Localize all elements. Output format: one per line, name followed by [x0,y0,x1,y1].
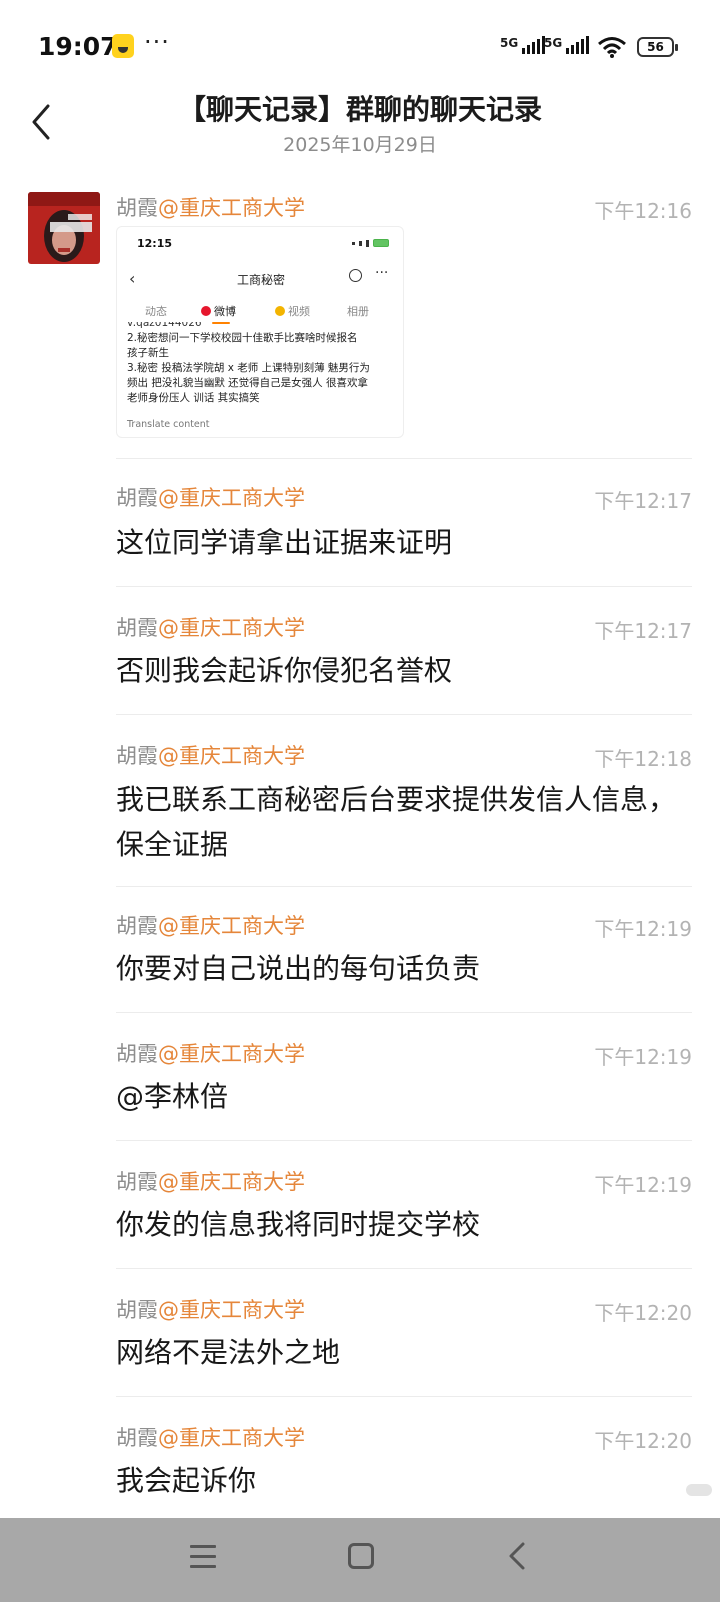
status-bar: 19:07 ··· 5G 5G 56 [0,0,720,92]
weibo-icon [201,306,211,316]
video-icon [275,306,285,316]
message-sender: 胡霞@重庆工商大学 [116,914,305,938]
divider [116,458,692,459]
card-line: 频出 把没礼貌当幽默 还觉得自己是女强人 很喜欢拿 [127,377,369,389]
divider [116,1396,692,1397]
message-text[interactable]: 你发的信息我将同时提交学校 [116,1202,676,1247]
message-text[interactable]: 网络不是法外之地 [116,1330,676,1375]
divider [116,714,692,715]
message-time: 下午12:20 [594,1429,692,1453]
message-time: 下午12:16 [594,199,692,223]
divider [116,1268,692,1269]
card-line: 3.秘密 投稿法学院胡 x 老师 上课特别刻薄 魅男行为 [127,362,370,374]
card-cut-line: v:qaz0144026 [127,322,202,329]
card-status-icons [352,239,389,247]
card-tab-dynamic: 动态 [145,305,167,318]
page-date: 2025年10月29日 [283,134,437,156]
avatar[interactable] [28,192,100,264]
message-time: 下午12:17 [594,619,692,643]
message-sender: 胡霞@重庆工商大学 [116,616,305,640]
message-sender: 胡霞@重庆工商大学 [116,744,305,768]
divider [116,1140,692,1141]
card-line: 2.秘密想问一下学校校园十佳歌手比赛啥时候报名 [127,332,358,344]
message-text[interactable]: 我已联系工商秘密后台要求提供发信人信息，保全证据 [116,777,676,867]
recent-apps-button[interactable] [190,1545,216,1569]
battery-icon: 56 [637,37,678,57]
divider [116,586,692,587]
card-line: 老师身份压人 训话 其实搞笑 [127,392,260,404]
card-line: 孩子新生 [127,347,169,359]
message-time: 下午12:20 [594,1301,692,1325]
message-time: 下午12:19 [594,1173,692,1197]
message-text[interactable]: 否则我会起诉你侵犯名誉权 [116,648,676,693]
card-more-icon: ··· [375,265,389,281]
message-text[interactable]: 我会起诉你 [116,1458,676,1503]
system-nav-bar [0,1518,720,1602]
card-battery-icon [373,239,389,247]
message-text[interactable]: @李林倍 [116,1074,676,1119]
message-text[interactable]: 你要对自己说出的每句话负责 [116,946,676,991]
divider [116,1012,692,1013]
signal-sim1-icon: 5G [500,36,546,54]
more-notifications-icon: ··· [144,28,170,56]
sim1-label: 5G [500,36,519,50]
message-sender: 胡霞@重庆工商大学 [116,192,305,222]
home-button[interactable] [348,1543,374,1569]
message-sender: 胡霞@重庆工商大学 [116,1170,305,1194]
card-status-time: 12:15 [137,237,173,250]
message-sender: 胡霞@重庆工商大学 [116,1426,305,1450]
avatar-image [28,192,100,264]
sender-name: 胡霞 [116,196,158,220]
sim2-label: 5G [544,36,563,50]
message-sender: 胡霞@重庆工商大学 [116,1298,305,1322]
card-post-text: v:qaz0144026 2.秘密想问一下学校校园十佳歌手比赛啥时候报名 孩子新… [127,322,399,420]
image-message[interactable]: 12:15 ‹ 工商秘密 ··· 动态 微博 视频 相册 v:qaz014402… [116,226,404,438]
message-time: 下午12:19 [594,917,692,941]
card-search-icon [349,269,362,282]
message-time: 下午12:19 [594,1045,692,1069]
card-tab-album: 相册 [347,305,369,318]
message-time: 下午12:17 [594,489,692,513]
message-sender: 胡霞@重庆工商大学 [116,1042,305,1066]
divider [116,886,692,887]
message-time: 下午12:18 [594,747,692,771]
system-back-button[interactable] [505,1541,529,1571]
message-text[interactable]: 这位同学请拿出证据来证明 [116,520,676,565]
notification-app-icon [112,34,134,58]
page-title: 【聊天记录】群聊的聊天记录 [177,93,542,126]
card-tab-video: 视频 [275,303,310,319]
sender-org: @重庆工商大学 [158,196,305,220]
scroll-handle[interactable] [686,1484,712,1496]
status-time: 19:07 [38,32,118,61]
signal-sim2-icon: 5G [544,36,590,54]
card-tab-weibo: 微博 [201,303,236,319]
message-sender: 胡霞@重庆工商大学 [116,486,305,510]
wifi-icon [598,37,626,58]
card-translate-link: Translate content [127,419,210,430]
